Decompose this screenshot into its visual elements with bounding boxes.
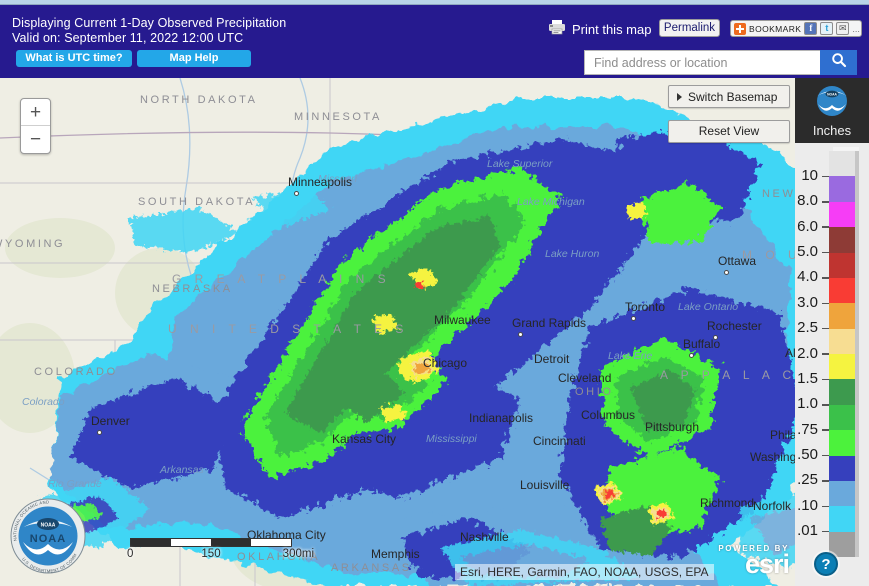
- legend-tick-label: 6.0: [797, 217, 818, 235]
- legend-tick-dash: [822, 353, 829, 355]
- app-header: Displaying Current 1-Day Observed Precip…: [0, 5, 869, 78]
- facebook-icon[interactable]: f: [804, 22, 818, 35]
- legend-swatch: [829, 252, 859, 279]
- legend-swatch: [829, 354, 859, 380]
- legend-tick-dash: [822, 201, 829, 203]
- legend-swatch: [829, 506, 859, 533]
- legend-tick-label: 1.5: [797, 369, 818, 387]
- legend-tick-dash: [822, 277, 829, 279]
- bookmark-widget[interactable]: BOOKMARK f t ✉ ...: [730, 20, 862, 37]
- zoom-out-button[interactable]: −: [21, 126, 50, 153]
- permalink-button[interactable]: Permalink: [659, 19, 720, 37]
- legend-tick-dash: [822, 454, 829, 457]
- twitter-icon[interactable]: t: [820, 22, 834, 35]
- legend-tick-label: 2.0: [797, 344, 818, 362]
- legend-tick-label: 5.0: [797, 243, 818, 260]
- precipitation-map-page: Displaying Current 1-Day Observed Precip…: [0, 0, 869, 586]
- legend-tick-dash: [822, 378, 829, 381]
- legend-tick-label: 1.0: [797, 395, 818, 413]
- legend-tick-label: .50: [797, 446, 818, 463]
- map-attribution: Esri, HERE, Garmin, FAO, NOAA, USGS, EPA: [455, 564, 714, 580]
- legend-tick-label: 3.0: [797, 293, 818, 311]
- scale-bar: 0 150 300mi: [127, 538, 314, 562]
- legend-tick-label: 8.0: [797, 192, 818, 210]
- svg-text:NOAA: NOAA: [827, 93, 837, 97]
- legend-swatch: [829, 328, 859, 355]
- reset-view-button[interactable]: Reset View: [668, 120, 790, 143]
- switch-basemap-label: Switch Basemap: [688, 89, 778, 104]
- legend-ramp-top-face: [833, 147, 859, 151]
- legend-units-label: Inches: [812, 123, 852, 138]
- legend-panel: NOAA Inches 10 8.0 6.0 5.0 4.0 3.0 2.5 2.0 1.5 1.…: [795, 78, 869, 586]
- search-input[interactable]: [584, 50, 820, 75]
- legend-tick-label: .25: [797, 471, 818, 489]
- print-label: Print this map: [572, 21, 652, 37]
- zoom-control: + −: [20, 98, 51, 154]
- printer-icon: [548, 19, 566, 40]
- noaa-logo-icon: NOAA: [817, 86, 847, 116]
- bookmark-label: BOOKMARK: [749, 23, 802, 34]
- legend-tick-label: 4.0: [797, 268, 818, 286]
- esri-logo: POWERED BY esri: [718, 544, 790, 580]
- plus-icon: [734, 22, 746, 35]
- legend-tick-dash: [822, 302, 829, 304]
- header-title: Displaying Current 1-Day Observed Precip…: [12, 16, 287, 30]
- scale-bar-labels: 0 150 300mi: [127, 548, 314, 562]
- legend-swatch: [829, 303, 859, 330]
- zoom-in-button[interactable]: +: [21, 99, 50, 126]
- scale-bar-graphic: [130, 538, 292, 547]
- legend-tick-label: 10: [801, 166, 818, 184]
- legend-tick-label: 2.5: [797, 319, 818, 337]
- header-valid-time: Valid on: September 11, 2022 12:00 UTC: [12, 31, 244, 45]
- legend-tick-dash: [822, 226, 829, 228]
- map-help-button[interactable]: Map Help: [137, 50, 251, 67]
- help-icon[interactable]: ?: [814, 552, 838, 576]
- print-this-map-button[interactable]: Print this map: [548, 19, 651, 39]
- legend-body: 10 8.0 6.0 5.0 4.0 3.0 2.5 2.0 1.5 1.0 .75 .50 .25 .1…: [795, 143, 869, 586]
- svg-text:NOAA: NOAA: [41, 523, 56, 529]
- scale-start-label: 0: [127, 548, 134, 560]
- esri-wordmark: esri: [744, 549, 790, 580]
- svg-text:NOAA: NOAA: [30, 533, 66, 545]
- legend-tick-label: .75: [797, 420, 818, 438]
- search-button[interactable]: [820, 50, 857, 75]
- legend-swatch: [829, 455, 859, 482]
- legend-swatch: [829, 147, 859, 177]
- legend-header: NOAA Inches: [795, 78, 869, 143]
- switch-basemap-button[interactable]: Switch Basemap: [668, 85, 790, 108]
- legend-tick-dash: [822, 327, 829, 330]
- email-icon[interactable]: ✉: [836, 22, 850, 35]
- legend-swatch: [829, 480, 859, 507]
- map-viewport[interactable]: NORTH DAKOTASOUTH DAKOTAWYOMINGNEBRASKAM…: [0, 78, 869, 586]
- legend-tick-label: .10: [797, 496, 818, 514]
- chevron-right-icon: [677, 92, 682, 101]
- legend-tick-dash: [822, 505, 829, 507]
- legend-tick-dash: [822, 429, 829, 431]
- legend-swatch: [829, 404, 859, 431]
- precipitation-layer: [40, 98, 840, 586]
- search-bar: [584, 50, 857, 75]
- legend-tick-dash: [822, 404, 829, 406]
- legend-swatch: [829, 201, 859, 228]
- legend-swatch: [829, 379, 859, 406]
- legend-tick-dash: [822, 530, 829, 533]
- legend-swatch: [829, 430, 859, 456]
- scale-middle-label: 150: [201, 548, 221, 560]
- legend-color-ramp: [829, 147, 859, 558]
- what-is-utc-time-button[interactable]: What is UTC time?: [16, 50, 132, 67]
- legend-swatch: [829, 176, 859, 203]
- legend-swatch: [829, 227, 859, 253]
- legend-tick-dash: [822, 175, 829, 178]
- scale-end-label: 300mi: [282, 548, 314, 560]
- noaa-seal: NOAA NOAA NATIONAL OCEANIC AND ATMOSPHER…: [8, 494, 86, 574]
- bookmark-more-icon[interactable]: ...: [852, 24, 860, 34]
- legend-tick-dash: [822, 251, 829, 254]
- legend-swatch: [829, 277, 859, 304]
- legend-tick-dash: [822, 480, 829, 482]
- legend-tick-label: .01: [797, 522, 818, 540]
- search-icon: [831, 52, 847, 73]
